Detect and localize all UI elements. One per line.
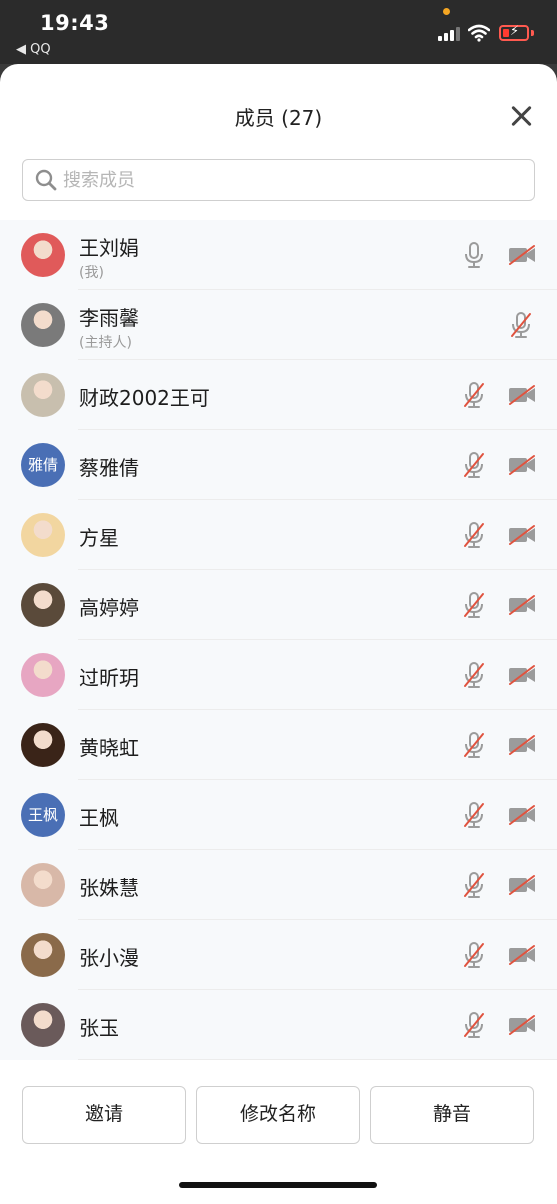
mic-muted-icon[interactable] [462, 941, 486, 969]
member-row[interactable]: 张玉 [0, 990, 557, 1060]
member-role-label: (主持人) [79, 335, 132, 351]
member-name: 王刘娟 [79, 236, 139, 260]
mic-in-use-indicator [443, 8, 450, 15]
mic-muted-icon[interactable] [509, 311, 533, 339]
member-name: 黄晓虹 [79, 736, 139, 760]
mic-muted-icon[interactable] [462, 591, 486, 619]
camera-off-icon[interactable] [507, 594, 537, 616]
member-row[interactable]: 黄晓虹 [0, 710, 557, 780]
avatar[interactable]: 雅倩 [21, 443, 65, 487]
avatar[interactable] [21, 303, 65, 347]
search-icon [35, 169, 57, 191]
camera-off-icon[interactable] [507, 1014, 537, 1036]
search-box[interactable] [22, 159, 535, 201]
avatar[interactable] [21, 723, 65, 767]
member-name: 李雨馨 [79, 306, 139, 330]
avatar[interactable] [21, 863, 65, 907]
member-row[interactable]: 财政2002王可 [0, 360, 557, 430]
member-role-label: (我) [79, 265, 104, 281]
member-row[interactable]: 高婷婷 [0, 570, 557, 640]
member-name: 蔡雅倩 [79, 456, 139, 480]
sheet-title: 成员 (27) [234, 106, 323, 130]
camera-off-icon[interactable] [507, 454, 537, 476]
home-indicator [179, 1182, 377, 1188]
mic-muted-icon[interactable] [462, 1011, 486, 1039]
mic-muted-icon[interactable] [462, 381, 486, 409]
battery-cap [531, 30, 534, 36]
member-name: 财政2002王可 [79, 386, 210, 410]
avatar[interactable] [21, 513, 65, 557]
camera-off-icon[interactable] [507, 944, 537, 966]
member-list: 王刘娟 (我) 李雨馨 (主持人) 财政2002王可雅倩 蔡雅倩方星高婷婷过昕玥黄晓虹王枫… [0, 220, 557, 1060]
mic-muted-icon[interactable] [462, 731, 486, 759]
action-bar: 邀请 修改名称 静音 [0, 1060, 557, 1204]
avatar[interactable] [21, 233, 65, 277]
mic-muted-icon[interactable] [462, 871, 486, 899]
avatar[interactable]: 王枫 [21, 793, 65, 837]
mic-muted-icon[interactable] [462, 801, 486, 829]
member-name: 王枫 [79, 806, 119, 830]
close-icon[interactable] [508, 102, 536, 130]
member-name: 张玉 [79, 1016, 119, 1040]
member-row[interactable]: 李雨馨 (主持人) [0, 290, 557, 360]
rename-button[interactable]: 修改名称 [196, 1086, 360, 1144]
member-name: 方星 [79, 526, 119, 550]
camera-off-icon[interactable] [507, 244, 537, 266]
camera-off-icon[interactable] [507, 734, 537, 756]
wifi-icon [468, 24, 490, 42]
member-row[interactable]: 张姝慧 [0, 850, 557, 920]
avatar[interactable] [21, 933, 65, 977]
member-name: 张姝慧 [79, 876, 139, 900]
member-name: 过昕玥 [79, 666, 139, 690]
mic-muted-icon[interactable] [462, 451, 486, 479]
mute-button[interactable]: 静音 [370, 1086, 534, 1144]
camera-off-icon[interactable] [507, 524, 537, 546]
camera-off-icon[interactable] [507, 804, 537, 826]
avatar[interactable] [21, 583, 65, 627]
member-name: 高婷婷 [79, 596, 139, 620]
member-name: 张小漫 [79, 946, 139, 970]
status-bar: 19:43 ◀ QQ ⚡ [0, 0, 557, 64]
invite-button[interactable]: 邀请 [22, 1086, 186, 1144]
cellular-signal-icon [438, 27, 460, 41]
member-row[interactable]: 方星 [0, 500, 557, 570]
status-time: 19:43 [40, 11, 110, 35]
member-row[interactable]: 王刘娟 (我) [0, 220, 557, 290]
member-row[interactable]: 过昕玥 [0, 640, 557, 710]
mic-muted-icon[interactable] [462, 521, 486, 549]
avatar[interactable] [21, 1003, 65, 1047]
member-row[interactable]: 王枫 王枫 [0, 780, 557, 850]
camera-off-icon[interactable] [507, 874, 537, 896]
avatar[interactable] [21, 653, 65, 697]
members-sheet: 成员 (27) 王刘娟 (我) 李雨馨 (主持人) 财政2002王可雅倩蔡雅倩方星高婷婷… [0, 64, 557, 1204]
mic-muted-icon[interactable] [462, 661, 486, 689]
mic-icon[interactable] [462, 241, 486, 269]
back-to-app-link[interactable]: ◀ QQ [16, 42, 51, 57]
camera-off-icon[interactable] [507, 664, 537, 686]
camera-off-icon[interactable] [507, 384, 537, 406]
avatar[interactable] [21, 373, 65, 417]
member-row[interactable]: 雅倩 蔡雅倩 [0, 430, 557, 500]
member-row[interactable]: 张小漫 [0, 920, 557, 990]
battery-icon: ⚡ [499, 24, 529, 41]
search-input[interactable] [63, 166, 523, 194]
